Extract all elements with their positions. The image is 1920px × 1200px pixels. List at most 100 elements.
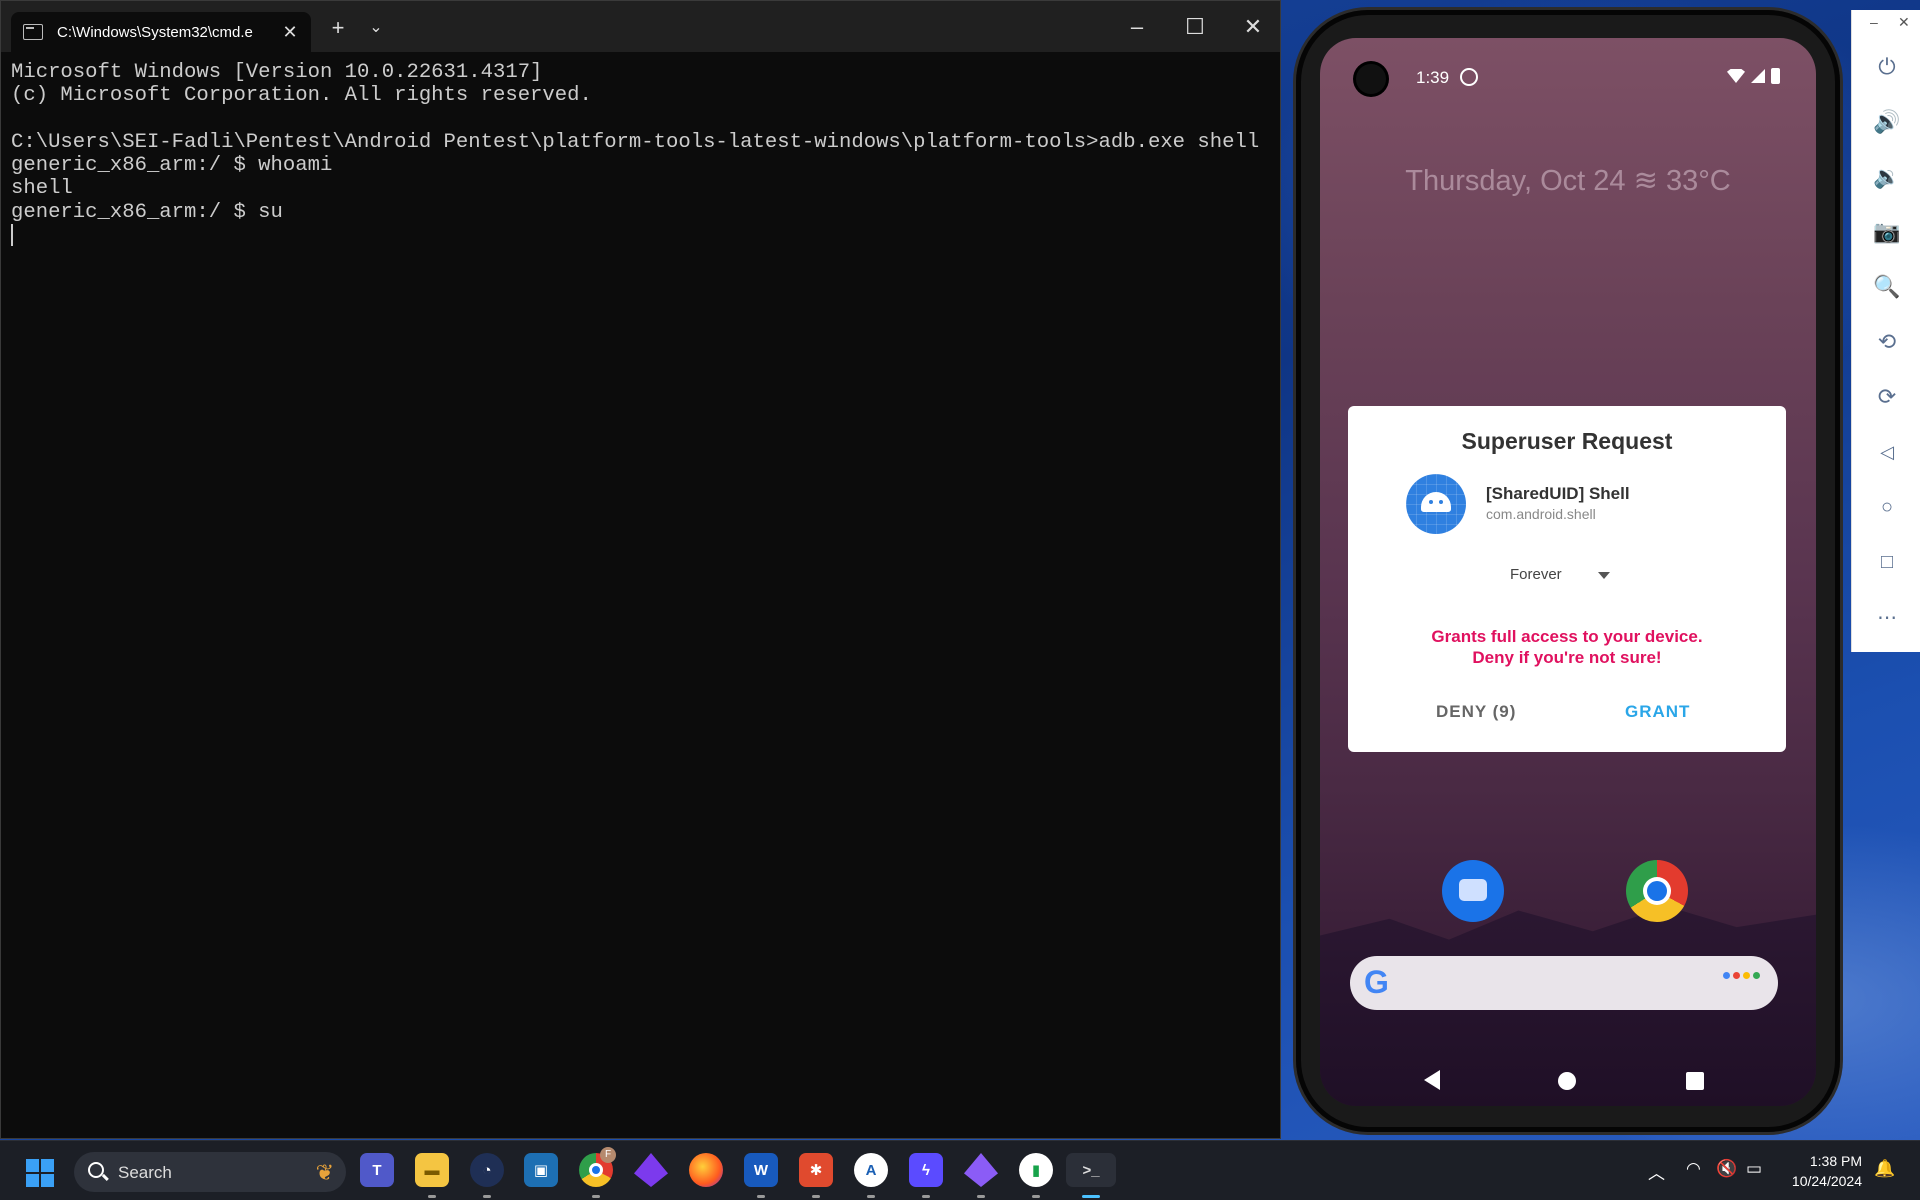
dropdown-arrow-icon[interactable] <box>1598 572 1610 579</box>
virtualbox-icon[interactable]: ▣ <box>524 1153 558 1187</box>
emulator-close-button[interactable]: ✕ <box>1898 14 1910 31</box>
terminal-line: (c) Microsoft Corporation. All rights re… <box>11 84 592 108</box>
search-icon <box>88 1162 104 1178</box>
grant-button[interactable]: GRANT <box>1625 702 1690 722</box>
search-highlight-icon: ❦ <box>315 1160 334 1185</box>
camera-cutout <box>1356 64 1386 94</box>
nav-home-icon[interactable] <box>1558 1072 1576 1090</box>
obsidian-2-icon[interactable] <box>964 1153 998 1187</box>
clock-date: 10/24/2024 <box>1791 1173 1862 1189</box>
close-button[interactable]: ✕ <box>1225 7 1281 47</box>
tray-overflow-icon[interactable]: ︿ <box>1648 1159 1665 1184</box>
google-search-bar[interactable]: G <box>1350 956 1778 1010</box>
terminal-line: generic_x86_arm:/ $ su <box>11 200 283 224</box>
taskbar-clock[interactable]: 1:38 PM 10/24/2024 <box>1782 1151 1862 1191</box>
minimize-button[interactable]: – <box>1109 7 1165 47</box>
status-time: 1:39 <box>1416 68 1450 87</box>
wifi-icon <box>1727 69 1745 83</box>
camera-icon[interactable]: 📷 <box>1872 217 1902 247</box>
file-explorer-icon[interactable]: ▬ <box>415 1153 449 1187</box>
app-running-indicator <box>1032 1195 1040 1198</box>
warning-line: Deny if you're not sure! <box>1472 648 1662 667</box>
android-emulator-device: 1:39 Thursday, Oct 24 ≋ 33°C Superuser R… <box>1296 10 1840 1132</box>
android-studio-icon[interactable]: A <box>854 1153 888 1187</box>
cmd-icon <box>23 24 43 40</box>
back-icon[interactable]: ◁ <box>1872 437 1902 467</box>
app-running-indicator <box>592 1195 600 1198</box>
app-running-indicator <box>922 1195 930 1198</box>
teams-icon[interactable]: T <box>360 1153 394 1187</box>
app-running-indicator <box>757 1195 765 1198</box>
terminal-tab[interactable]: C:\Windows\System32\cmd.e ✕ <box>11 12 311 52</box>
battery-tray-icon[interactable]: ▭ <box>1746 1159 1762 1179</box>
text-cursor <box>11 224 13 247</box>
zoom-icon[interactable]: 🔍 <box>1872 272 1902 302</box>
nav-recents-icon[interactable] <box>1686 1072 1704 1090</box>
emulator-minimize-button[interactable]: – <box>1870 14 1878 30</box>
terminal-line: shell <box>11 177 73 201</box>
data-saver-icon <box>1460 68 1478 86</box>
start-button[interactable] <box>26 1159 54 1187</box>
app-running-indicator <box>812 1195 820 1198</box>
volume-up-icon[interactable]: 🔊 <box>1872 107 1902 137</box>
maximize-button[interactable]: ☐ <box>1167 7 1223 47</box>
xmind-icon[interactable]: ✱ <box>799 1153 833 1187</box>
rotate-left-icon[interactable]: ⟲ <box>1872 327 1902 357</box>
obsidian-icon[interactable] <box>634 1153 668 1187</box>
nav-back-icon[interactable] <box>1424 1070 1440 1090</box>
app-active-indicator <box>1082 1195 1100 1198</box>
assistant-icon[interactable] <box>1723 972 1760 979</box>
power-automate-icon[interactable]: ϟ <box>909 1153 943 1187</box>
power-icon[interactable]: ⏻ <box>1872 52 1902 82</box>
firefox-icon[interactable] <box>689 1153 723 1187</box>
app-name: [SharedUID] Shell <box>1486 484 1630 503</box>
notes-app-icon[interactable]: ▮ <box>1019 1153 1053 1187</box>
messages-app-icon[interactable] <box>1442 860 1504 922</box>
google-logo-icon: G <box>1364 964 1389 1000</box>
chrome-profile-badge: F <box>600 1147 616 1163</box>
chrome-app-icon[interactable] <box>1626 860 1688 922</box>
notification-bell-icon[interactable]: 🔔 <box>1874 1159 1895 1179</box>
search-placeholder: Search <box>118 1163 172 1182</box>
wifi-tray-icon[interactable]: ◠ <box>1686 1159 1701 1179</box>
vpn-client-icon[interactable]: ◔ <box>470 1153 504 1187</box>
tab-close-icon[interactable]: ✕ <box>279 22 301 43</box>
deny-button[interactable]: DENY (9) <box>1436 702 1516 722</box>
more-icon[interactable]: ⋯ <box>1872 602 1902 632</box>
android-app-icon <box>1406 474 1466 534</box>
terminal-window[interactable]: C:\Windows\System32\cmd.e ✕ + ⌄ – ☐ ✕ Mi… <box>0 0 1281 1139</box>
clock-time: 1:38 PM <box>1809 1153 1862 1169</box>
app-package: com.android.shell <box>1486 506 1596 522</box>
nav-bar <box>1320 1068 1816 1106</box>
tab-dropdown-button[interactable]: ⌄ <box>361 15 391 43</box>
volume-down-icon[interactable]: 🔉 <box>1872 162 1902 192</box>
status-bar: 1:39 <box>1320 38 1816 104</box>
overview-icon[interactable]: □ <box>1872 547 1902 577</box>
terminal-line: C:\Users\SEI-Fadli\Pentest\Android Pente… <box>11 130 1260 154</box>
home-icon[interactable]: ○ <box>1872 492 1902 522</box>
duration-select[interactable]: Forever <box>1510 566 1562 583</box>
rotate-right-icon[interactable]: ⟳ <box>1872 382 1902 412</box>
new-tab-button[interactable]: + <box>323 15 353 43</box>
battery-icon <box>1771 68 1780 84</box>
warning-line: Grants full access to your device. <box>1431 627 1703 646</box>
superuser-dialog: Superuser Request [SharedUID] Shell com.… <box>1348 406 1786 752</box>
terminal-line: Microsoft Windows [Version 10.0.22631.43… <box>11 61 543 84</box>
date-weather-widget[interactable]: Thursday, Oct 24 ≋ 33°C <box>1320 163 1816 198</box>
emulator-toolbar: – ✕ ⏻ 🔊 🔉 📷 🔍 ⟲ ⟳ ◁ ○ □ ⋯ <box>1851 10 1920 652</box>
app-running-indicator <box>867 1195 875 1198</box>
taskbar-search[interactable]: Search ❦ <box>74 1152 346 1192</box>
signal-icon <box>1751 69 1765 83</box>
phone-screen[interactable]: 1:39 Thursday, Oct 24 ≋ 33°C Superuser R… <box>1320 38 1816 1106</box>
dialog-title: Superuser Request <box>1461 428 1673 454</box>
app-running-indicator <box>428 1195 436 1198</box>
volume-muted-icon[interactable]: 🔇 <box>1716 1159 1737 1179</box>
taskbar: Search ❦ T ▬ ◔ ▣ F W ✱ A ϟ ▮ >_ ︿ ◠ 🔇 ▭ … <box>0 1140 1920 1200</box>
tab-title: C:\Windows\System32\cmd.e <box>57 23 253 41</box>
terminal-icon[interactable]: >_ <box>1066 1153 1116 1187</box>
terminal-titlebar[interactable]: C:\Windows\System32\cmd.e ✕ + ⌄ – ☐ ✕ <box>1 1 1280 52</box>
word-icon[interactable]: W <box>744 1153 778 1187</box>
terminal-line: generic_x86_arm:/ $ whoami <box>11 154 333 178</box>
terminal-output[interactable]: Microsoft Windows [Version 10.0.22631.43… <box>1 52 1280 256</box>
